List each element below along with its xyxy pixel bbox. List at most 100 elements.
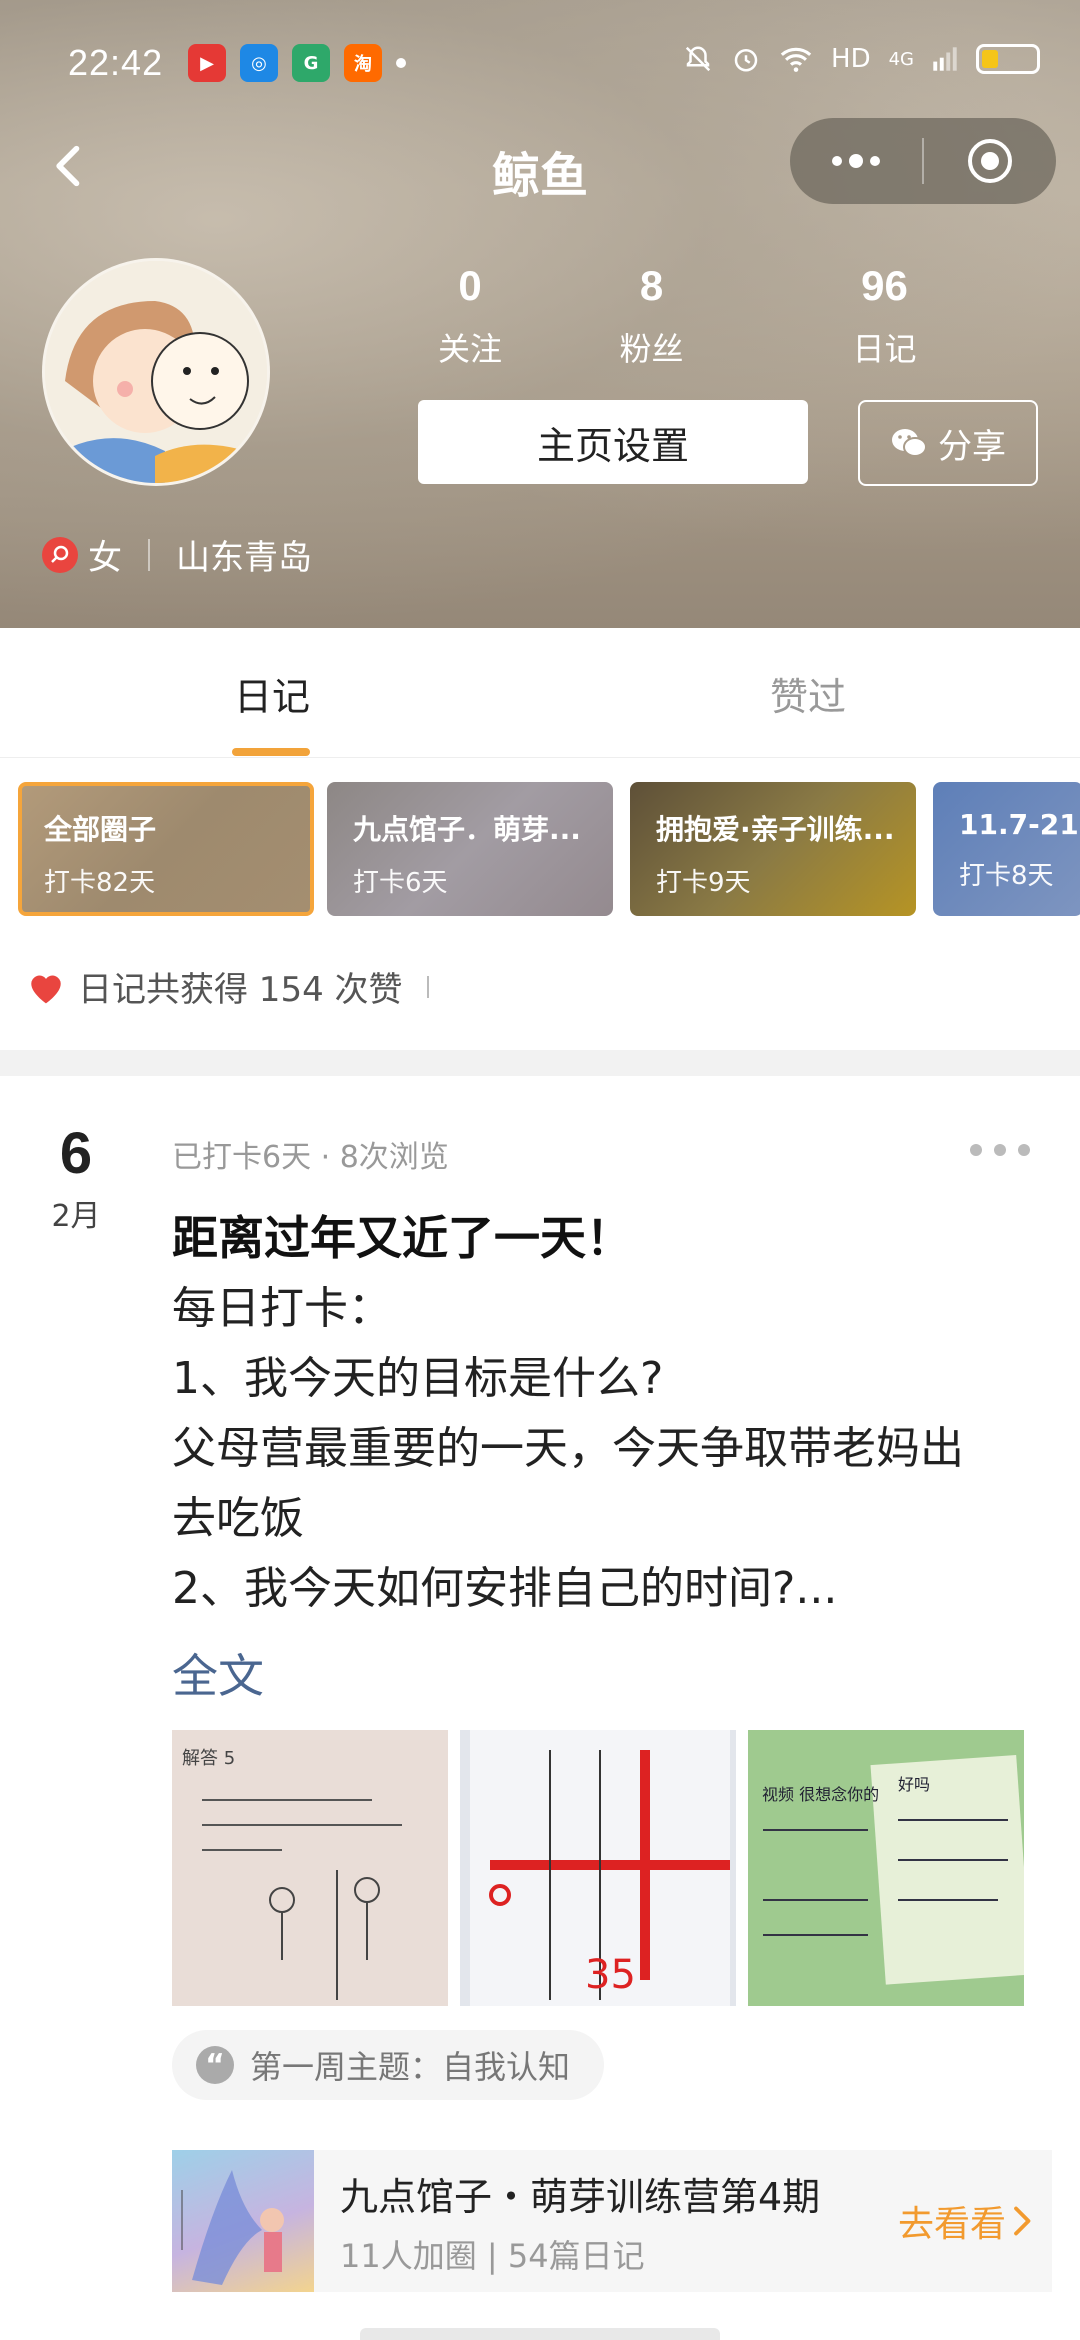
topic-label: 第一周主题：自我认知 [250,2048,571,2086]
share-button[interactable]: 分享 [858,400,1038,486]
post-month: 2月 [51,1199,101,1234]
circle-name: 九点馆子．萌芽... [353,813,581,846]
alarm-icon [734,49,758,72]
scroll-indicator [360,2328,720,2340]
tab-liked[interactable]: 赞过 [770,666,846,721]
meta-divider [148,538,150,571]
post-line: 每日打卡： [172,1283,392,1334]
post-body[interactable]: 每日打卡： 1、我今天的目标是什么? 父母营最重要的一天，今天争取带老妈出 去吃… [172,1274,1052,1624]
circle-checkin-days: 打卡82天 [44,868,156,898]
circle-filter-list: 全部圈子 打卡82天 九点馆子．萌芽... 打卡6天 拥抱爱·亲子训练... 打… [18,782,1080,920]
dot [994,1144,1006,1156]
notification-apps: ▶ ◎ G 淘 [188,44,406,82]
stat-diaries[interactable]: 96 日记 [768,262,1001,370]
stat-value: 96 [861,262,908,309]
network-type: 4G [888,48,914,70]
stat-value: 8 [639,262,664,309]
post-line: 去吃饭 [172,1493,304,1544]
video-app-icon: ▶ [188,44,226,82]
camp-name: 九点馆子・萌芽训练营第4期 [340,2174,821,2219]
homepage-settings-button[interactable]: 主页设置 [418,400,808,484]
post-photo[interactable]: 解答 5 [172,1730,448,2006]
stat-followers[interactable]: 8 粉丝 [535,262,768,370]
chart-note-image: 35 [470,1730,730,2006]
card-note-image: 视频 很想念你的 好吗 [748,1730,1024,2006]
dot [1018,1144,1030,1156]
topic-chip[interactable]: “ 第一周主题：自我认知 [172,2030,605,2100]
post-photos: 解答 5 35 视频 很想念你的 好吗 [172,1730,1024,2006]
heart-icon [31,975,61,1003]
post-photo[interactable]: 35 [460,1730,736,2006]
circle-name: 拥抱爱·亲子训练... [656,813,895,846]
browser-app-icon: ◎ [240,44,278,82]
avatar[interactable] [42,258,270,486]
nav-bar: 鲸鱼 [0,118,1080,214]
battery-icon [976,44,1040,74]
likes-summary: 日记共获得 154 次赞 [26,962,429,1011]
tab-diary[interactable]: 日记 [234,666,310,721]
circle-name: 11.7-21 [959,808,1079,841]
profile-stats: 0 关注 8 粉丝 96 日记 [405,262,1045,370]
circle-card-all[interactable]: 全部圈子 打卡82天 [18,782,314,916]
go-see-label: 去看看 [897,2204,1006,2245]
dot [970,1144,982,1156]
handwritten-note-image: 解答 5 [182,1748,402,2000]
close-miniprogram-button[interactable] [924,118,1056,204]
likes-summary-text: 日记共获得 154 次赞 [78,970,403,1010]
location-label: 山东青岛 [176,538,312,578]
circle-checkin-days: 打卡9天 [656,868,751,898]
photo-text: 视频 很想念你的 [762,1785,879,1804]
section-divider [0,1050,1080,1076]
circle-checkin-days: 打卡8天 [959,861,1054,891]
go-see-button[interactable]: 去看看 [898,2195,1036,2247]
female-icon [42,536,78,573]
photo-text: 好吗 [898,1775,930,1794]
stat-label: 日记 [852,330,917,368]
active-tab-indicator [232,748,310,756]
signal-icon [933,47,957,71]
share-label: 分享 [938,426,1006,467]
post-photo[interactable]: 视频 很想念你的 好吗 [748,1730,1024,2006]
photo-number: 35 [585,1952,636,1998]
post-meta: 已打卡6天 · 8次浏览 [172,1140,449,1175]
status-bar: 22:42 ▶ ◎ G 淘 HD 4G [0,30,1080,102]
wechat-icon [892,429,927,457]
hd-label: HD [831,44,871,74]
post-line: 1、我今天的目标是什么? [172,1353,664,1404]
profile-meta: 女 山东青岛 [42,530,312,579]
taobao-app-icon: 淘 [344,44,382,82]
full-text-link[interactable]: 全文 [172,1640,264,1706]
wifi-icon [780,47,812,72]
stat-value: 0 [458,262,482,309]
gender-label: 女 [88,538,122,578]
content-tabs: 日记 赞过 [0,628,1080,758]
whale-illustration [181,2170,284,2285]
post-date: 6 2月 [34,1120,118,1235]
target-close-icon [968,139,1012,183]
status-indicators: HD 4G [683,44,1040,74]
circle-card[interactable]: 九点馆子．萌芽... 打卡6天 [327,782,613,916]
circle-name: 全部圈子 [44,813,157,846]
more-menu-button[interactable] [790,118,922,204]
stat-label: 粉丝 [619,330,684,368]
camp-stats: 11人加圈 | 54篇日记 [340,2236,645,2275]
circle-card[interactable]: 拥抱爱·亲子训练... 打卡9天 [630,782,916,916]
miniprogram-capsule [790,118,1056,204]
post-line: 2、我今天如何安排自己的时间?... [172,1563,838,1614]
post-day: 6 [59,1121,93,1186]
mute-icon [685,46,711,72]
camp-card[interactable]: 九点馆子・萌芽训练营第4期 11人加圈 | 54篇日记 去看看 [172,2150,1052,2292]
quote-icon: “ [196,2046,234,2084]
post-title[interactable]: 距离过年又近了一天！ [172,1202,632,1268]
profile-header: 22:42 ▶ ◎ G 淘 HD 4G 鲸鱼 0 关注 8 粉丝 96 日记 主… [0,0,1080,628]
photo-text: 解答 5 [182,1748,235,1769]
stat-label: 关注 [437,330,502,368]
post-line: 父母营最重要的一天，今天争取带老妈出 [172,1423,964,1474]
stat-following[interactable]: 0 关注 [405,262,535,370]
chevron-right-icon [1014,2206,1031,2236]
likes-divider [426,975,429,998]
avatar-illustration [45,261,267,483]
circle-card[interactable]: 11.7-21 打卡8天 [933,782,1080,916]
post-more-button[interactable] [970,1130,1030,1170]
more-notifications-dot [396,58,406,68]
